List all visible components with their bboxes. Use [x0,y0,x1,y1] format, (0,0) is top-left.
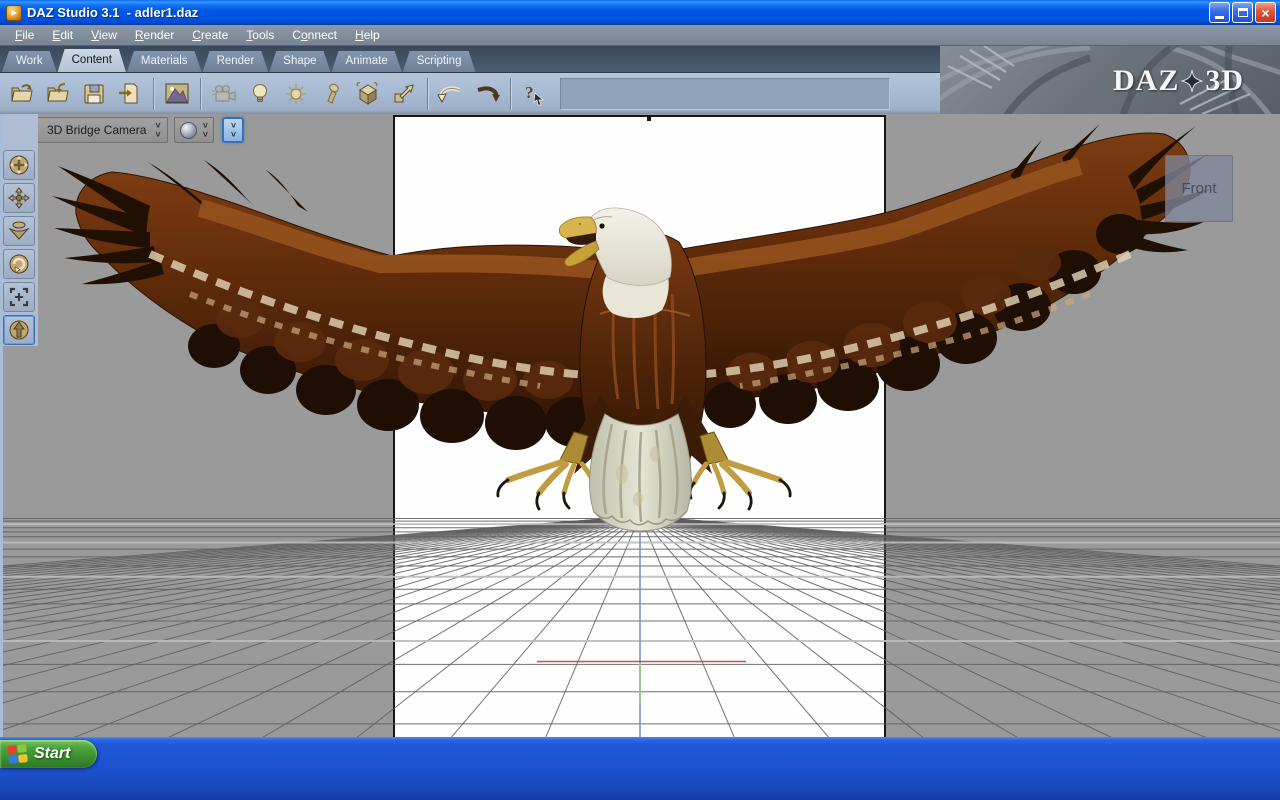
dolly-camera-button[interactable] [3,216,35,246]
minimize-button[interactable] [1209,2,1230,23]
windows-logo-icon [7,744,29,764]
tab-scripting[interactable]: Scripting [403,51,476,72]
camera-selector[interactable]: 3D Bridge Camera ∨ ∨ [36,117,168,143]
pan-camera-button[interactable] [3,183,35,213]
viewport-options-button[interactable]: ∨ ∨ [222,117,245,143]
menu-help[interactable]: Help [346,26,389,44]
chevron-down-icon: ∨ ∨ [201,121,209,139]
eagle-3d-model[interactable] [0,114,1280,737]
daz-branding-banner: DAZ 3D [940,46,1280,114]
camera-icon[interactable] [206,77,242,111]
viewport-3d[interactable]: 3D Bridge Camera ∨ ∨ ∨ ∨ ∨ ∨ Front [0,114,1280,737]
create-primitive-icon[interactable] [350,77,386,111]
windows-taskbar: Start » Photoshop - 2D-Grafi... E:\pic1\… [0,737,1280,800]
toolbar-separator [200,77,201,110]
daz-star-icon [1181,70,1204,92]
main-toolbar: ? [0,72,940,114]
create-spotlight-icon[interactable] [314,77,350,111]
menu-create[interactable]: Create [183,26,237,44]
rotate-camera-icon [9,254,29,274]
tab-work[interactable]: Work [2,51,57,72]
frame-selection-button[interactable] [3,282,35,312]
menu-view[interactable]: View [82,26,126,44]
create-null-icon[interactable] [386,77,422,111]
pan-camera-icon [8,187,30,209]
save-file-icon[interactable] [76,77,112,111]
menu-edit[interactable]: Edit [43,26,82,44]
start-button[interactable]: Start [0,740,97,768]
open-file-icon[interactable] [4,77,40,111]
minimize-icon [1215,15,1224,19]
title-bar: DAZ Studio 3.1 - adler1.daz × [0,0,1280,25]
view-orientation-badge: Front [1165,155,1233,222]
tab-render[interactable]: Render [203,51,269,72]
menu-bar: File Edit View Render Create Tools Conne… [0,25,1280,46]
chevron-down-icon: ∨ ∨ [229,121,237,139]
create-distant-light-icon[interactable] [278,77,314,111]
tab-content[interactable]: Content [58,49,126,72]
create-light-icon[interactable] [242,77,278,111]
window-title: DAZ Studio 3.1 - adler1.daz [27,5,199,20]
menu-tools[interactable]: Tools [237,26,283,44]
close-icon: × [1261,4,1270,21]
tab-materials[interactable]: Materials [127,51,202,72]
redo-icon[interactable] [469,77,505,111]
chevron-down-icon: ∨ ∨ [154,121,161,139]
menu-file[interactable]: File [6,26,43,44]
frame-selection-icon [9,287,29,307]
close-button[interactable]: × [1255,2,1276,23]
context-help-icon[interactable]: ? [516,77,552,111]
daz-studio-window: DAZ Studio 3.1 - adler1.daz × File Edit … [0,0,1280,800]
maximize-button[interactable] [1232,2,1253,23]
menu-connect[interactable]: Connect [283,26,346,44]
tab-shape[interactable]: Shape [269,51,330,72]
menu-render[interactable]: Render [126,26,183,44]
maximize-icon [1237,8,1248,17]
dolly-camera-icon [8,221,30,240]
orbit-camera-button[interactable] [3,150,35,180]
render-image-icon[interactable] [159,77,195,111]
toolbar-separator [510,77,511,110]
svg-text:?: ? [525,83,534,102]
app-icon [6,4,22,21]
aim-camera-button[interactable] [3,315,35,345]
orbit-camera-icon [9,155,29,175]
viewport-camera-bar: 3D Bridge Camera ∨ ∨ ∨ ∨ ∨ ∨ [2,116,245,144]
toolbar-separator [153,77,154,110]
activity-tab-bar: Work Content Materials Render Shape Anim… [0,46,940,72]
draw-style-button[interactable]: ∨ ∨ [173,117,215,143]
export-file-icon[interactable] [112,77,148,111]
rotate-camera-button[interactable] [3,249,35,279]
camera-selector-value: 3D Bridge Camera [47,123,147,137]
daz3d-logo: DAZ 3D [1112,64,1244,97]
tab-animate[interactable]: Animate [332,51,402,72]
sphere-shaded-icon [179,121,197,139]
import-file-icon[interactable] [40,77,76,111]
aim-camera-icon [9,320,29,340]
toolbar-empty-area [560,77,890,110]
toolbar-separator [427,77,428,110]
undo-icon[interactable] [433,77,469,111]
